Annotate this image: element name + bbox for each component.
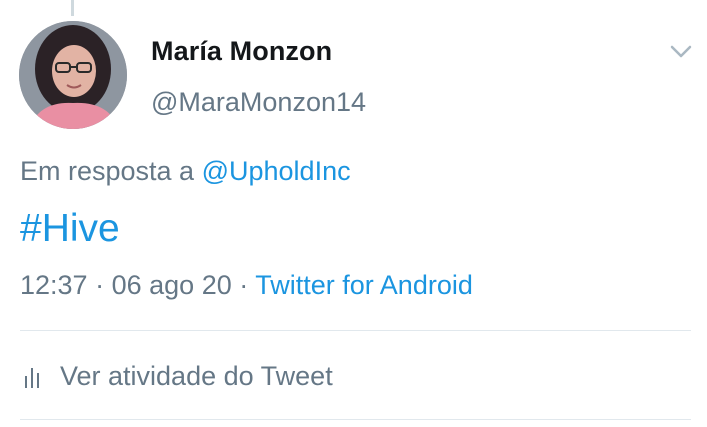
tweet-activity-label: Ver atividade do Tweet <box>60 360 333 391</box>
reply-context: Em resposta a @UpholdInc <box>20 156 351 187</box>
chevron-down-icon[interactable] <box>669 41 693 61</box>
divider <box>20 330 691 331</box>
divider <box>20 419 691 420</box>
meta-separator: · <box>239 270 249 300</box>
author-handle[interactable]: @MaraMonzon14 <box>151 87 366 118</box>
tweet-source-link[interactable]: Twitter for Android <box>255 270 473 300</box>
bar-chart-icon <box>24 364 44 388</box>
hashtag-link[interactable]: #Hive <box>20 207 120 251</box>
tweet-activity-button[interactable]: Ver atividade do Tweet <box>20 359 333 393</box>
tweet-date: 06 ago 20 <box>111 270 232 300</box>
meta-separator: · <box>95 270 105 300</box>
reply-prefix: Em resposta a <box>20 156 195 186</box>
thread-connector-line <box>71 0 74 16</box>
reply-mention-link[interactable]: @UpholdInc <box>202 156 351 186</box>
tweet-time: 12:37 <box>20 270 88 300</box>
author-name[interactable]: María Monzon <box>151 36 332 67</box>
tweet-metadata: 12:37 · 06 ago 20 · Twitter for Android <box>20 270 473 301</box>
avatar[interactable] <box>19 21 127 129</box>
